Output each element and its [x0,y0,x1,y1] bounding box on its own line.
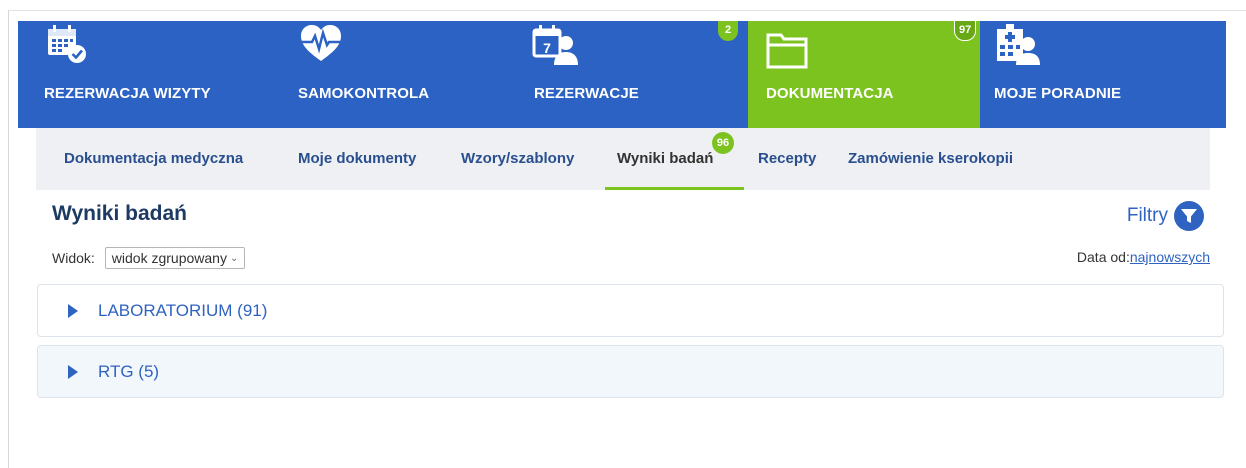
tab-wyniki-badan[interactable]: Wyniki badań [617,150,713,167]
folder-icon [766,29,812,71]
results-count-badge: 96 [712,132,734,154]
view-select[interactable]: widok zgrupowany ⌄ [104,247,246,269]
tab-recepty[interactable]: Recepty [758,150,816,167]
tab-zamowienie-kserokopii[interactable]: Zamówienie kserokopii [848,150,1013,167]
page-title: Wyniki badań [52,202,187,225]
nav-item-dokumentacja[interactable]: DOKUMENTACJA 97 [748,21,980,128]
group-label: LABORATORIUM (91) [98,300,268,320]
group-rtg[interactable]: RTG (5) [37,345,1224,398]
view-selector-row: Widok: widok zgrupowany ⌄ [52,247,246,269]
filters-button[interactable]: Filtry [1127,201,1204,231]
main-navigation: REZERWACJA WIZYTY SAMOKONTROLA 7 REZERWA… [18,21,1226,128]
nav-item-moje-poradnie[interactable]: MOJE PORADNIE [980,21,1226,128]
date-sort-row: Data od:najnowszych [1077,249,1210,265]
documentation-count-badge: 97 [954,21,977,41]
calendar-person-icon: 7 [532,23,578,65]
nav-item-rezerwacja-wizyty[interactable]: REZERWACJA WIZYTY [18,21,272,128]
sort-newest-link[interactable]: najnowszych [1130,249,1210,265]
date-label: Data od: [1076,249,1130,265]
tab-dokumentacja-medyczna[interactable]: Dokumentacja medyczna [64,150,243,167]
nav-item-label: REZERWACJE [534,85,639,102]
nav-item-label: SAMOKONTROLA [298,85,430,102]
tab-moje-dokumenty[interactable]: Moje dokumenty [298,150,416,167]
calendar-check-icon [44,23,90,65]
sub-navigation: Dokumentacja medyczna Moje dokumenty Wzo… [36,128,1210,190]
expand-triangle-icon [68,303,78,318]
active-tab-indicator [605,187,744,190]
nav-item-samokontrola[interactable]: SAMOKONTROLA [272,21,508,128]
tab-wzory-szablony[interactable]: Wzory/szablony [461,150,574,167]
nav-item-label: MOJE PORADNIE [994,85,1122,102]
view-select-value: widok zgrupowany [111,250,227,266]
nav-item-rezerwacje[interactable]: 7 REZERWACJE 2 [508,21,748,128]
filters-label: Filtry [1126,205,1168,226]
heart-pulse-icon [298,23,344,65]
nav-item-label: REZERWACJA WIZYTY [44,85,211,102]
group-label: RTG (5) [98,361,160,381]
reservations-count-badge: 2 [718,21,738,41]
group-laboratorium[interactable]: LABORATORIUM (91) [37,284,1224,337]
nav-item-label: DOKUMENTACJA [766,85,894,102]
filter-funnel-icon [1174,201,1204,231]
clinic-person-icon [994,23,1040,65]
calendar-day-number: 7 [543,40,551,56]
chevron-down-icon: ⌄ [229,252,239,264]
expand-triangle-icon [68,364,78,379]
view-label: Widok: [52,250,95,266]
